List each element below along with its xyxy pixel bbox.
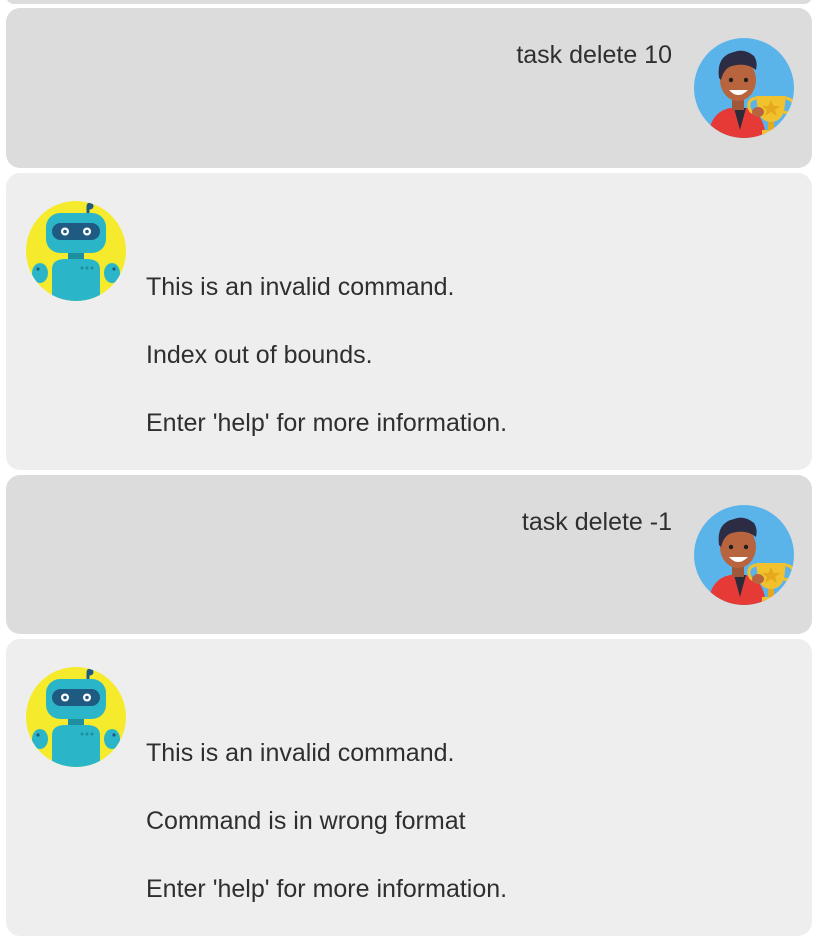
robot-avatar xyxy=(26,201,126,301)
bot-message-text: This is an invalid command. Index out of… xyxy=(146,270,507,440)
bot-message-line: This is an invalid command. xyxy=(146,273,455,301)
bot-message: This is an invalid command. Index out of… xyxy=(6,173,812,470)
user-message: task delete 10 xyxy=(6,8,812,168)
bot-message-line: Enter 'help' for more information. xyxy=(146,409,508,437)
chat-dialog: task delete 10 This is an invalid comman… xyxy=(0,0,824,944)
user-message: task delete -1 xyxy=(6,475,812,634)
bot-message: This is an invalid command. Command is i… xyxy=(6,639,812,936)
bot-message-line: Command is in wrong format xyxy=(146,807,466,835)
bot-message-line: This is an invalid command. xyxy=(146,739,455,767)
previous-message-edge xyxy=(6,0,812,4)
user-trophy-avatar xyxy=(694,38,794,138)
robot-avatar xyxy=(26,667,126,767)
user-message-text: task delete -1 xyxy=(521,508,672,536)
bot-message-line: Enter 'help' for more information. xyxy=(146,875,508,903)
bot-message-line: Index out of bounds. xyxy=(146,341,373,369)
user-message-text: task delete 10 xyxy=(516,41,672,69)
user-trophy-avatar xyxy=(694,505,794,605)
bot-message-text: This is an invalid command. Command is i… xyxy=(146,736,507,906)
